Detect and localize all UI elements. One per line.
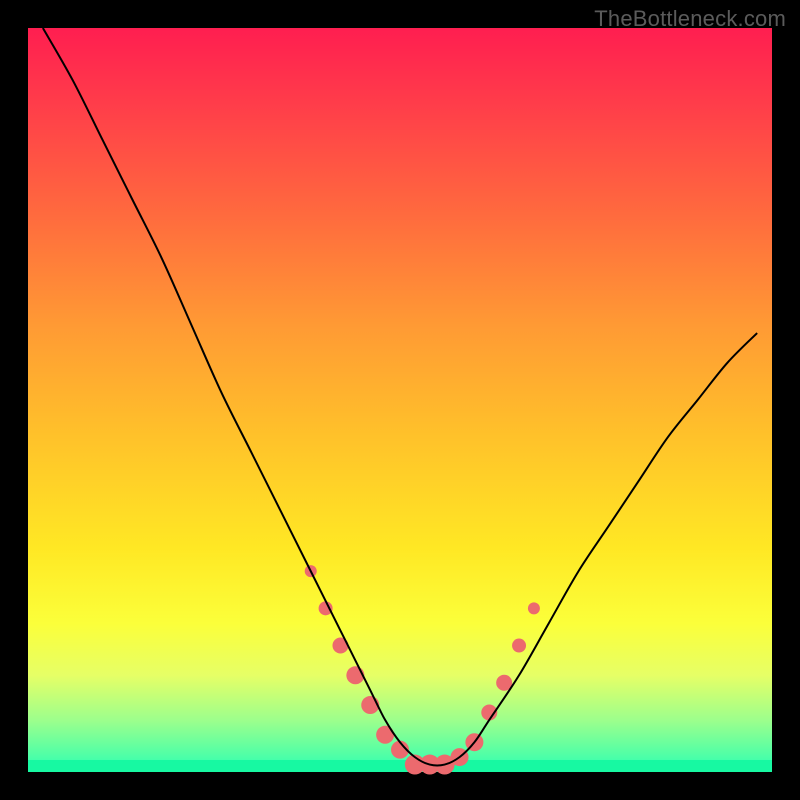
marker-point	[512, 639, 526, 653]
marker-point	[528, 602, 540, 614]
marker-layer	[305, 565, 540, 774]
marker-point	[319, 601, 333, 615]
bottleneck-curve	[43, 28, 757, 765]
plot-area	[28, 28, 772, 772]
chart-svg	[28, 28, 772, 772]
watermark-text: TheBottleneck.com	[594, 6, 786, 32]
marker-point	[346, 666, 364, 684]
